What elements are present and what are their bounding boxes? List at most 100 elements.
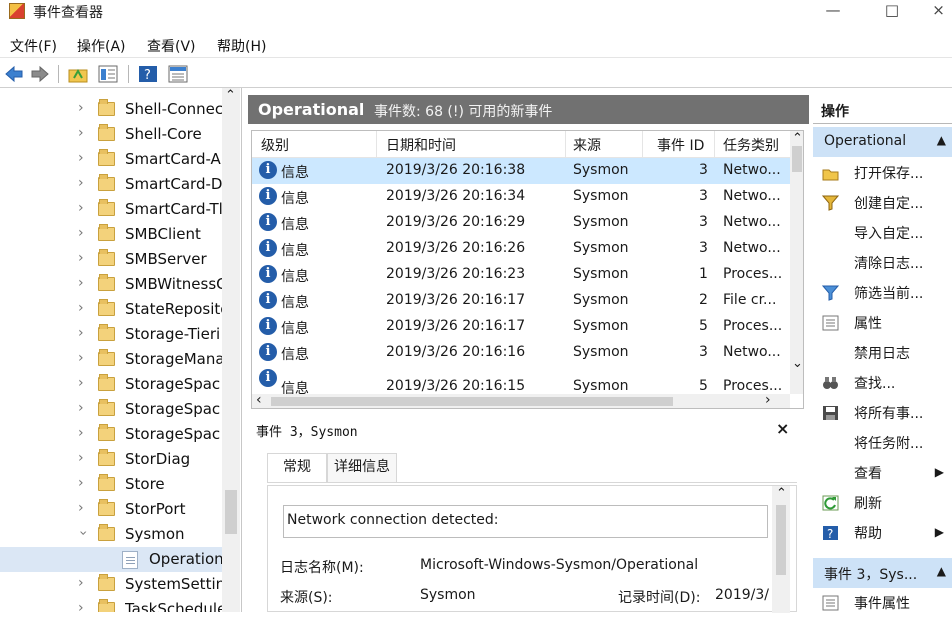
grid-scroll-thumb[interactable] <box>792 146 802 172</box>
column-event-id[interactable]: 事件 ID <box>657 135 704 155</box>
scroll-down-icon[interactable]: ⌄ <box>792 356 803 371</box>
up-folder-icon[interactable] <box>68 65 88 83</box>
table-row[interactable]: i 信息 2019/3/26 20:16:34 Sysmon 3 Netwo... <box>252 184 790 210</box>
table-row[interactable]: i 信息 2019/3/26 20:16:16 Sysmon 3 Netwo... <box>252 340 790 366</box>
column-divider[interactable] <box>642 131 643 158</box>
tree-item-storagespaces-1[interactable]: › StorageSpac <box>0 372 222 397</box>
tree-item-taskscheduler[interactable]: › TaskSchedule <box>0 597 222 612</box>
chevron-right-icon[interactable]: › <box>78 375 84 391</box>
tree-item-smbserver[interactable]: › SMBServer <box>0 247 222 272</box>
chevron-down-icon[interactable]: › <box>75 530 91 536</box>
action-create-custom-view[interactable]: 创建自定... <box>813 188 952 218</box>
back-arrow-icon[interactable] <box>4 65 24 83</box>
column-level[interactable]: 级别 <box>261 135 289 155</box>
menu-action[interactable]: 操作(A) <box>77 36 126 56</box>
column-divider[interactable] <box>376 131 377 158</box>
tree-item-smartcard-a[interactable]: › SmartCard-A <box>0 147 222 172</box>
tree-item-shell-core[interactable]: › Shell-Core <box>0 122 222 147</box>
table-row[interactable]: i 信息 2019/3/26 20:16:17 Sysmon 2 File cr... <box>252 288 790 314</box>
collapse-arrow-icon[interactable]: ▲ <box>937 133 946 147</box>
detail-scrollbar[interactable]: ⌃ <box>772 486 790 613</box>
column-divider[interactable] <box>714 131 715 158</box>
maximize-button[interactable]: □ <box>869 0 915 22</box>
actions-section-operational[interactable]: Operational ▲ <box>813 127 952 157</box>
chevron-right-icon[interactable]: › <box>78 600 84 612</box>
action-open-saved-log[interactable]: 打开保存... <box>813 158 952 188</box>
tree-item-storage-tiering[interactable]: › Storage-Tieri <box>0 322 222 347</box>
chevron-right-icon[interactable]: › <box>78 150 84 166</box>
tree-item-storagemanagement[interactable]: › StorageMana <box>0 347 222 372</box>
tree-item-storport[interactable]: › StorPort <box>0 497 222 522</box>
detail-scroll-thumb[interactable] <box>776 505 786 575</box>
action-attach-task[interactable]: 将任务附... <box>813 428 952 458</box>
chevron-right-icon[interactable]: › <box>78 425 84 441</box>
action-import-custom-view[interactable]: 导入自定... <box>813 218 952 248</box>
minimize-button[interactable]: — <box>810 0 856 22</box>
action-help[interactable]: ? 帮助 ▶ <box>813 518 952 548</box>
close-detail-button[interactable]: × <box>776 419 789 438</box>
table-row[interactable]: i 信息 2019/3/26 20:16:29 Sysmon 3 Netwo... <box>252 210 790 236</box>
properties-pane-icon[interactable] <box>168 65 188 83</box>
tree-scroll-thumb[interactable] <box>225 490 237 534</box>
chevron-right-icon[interactable]: › <box>78 475 84 491</box>
help-icon[interactable]: ? <box>138 65 158 83</box>
action-refresh[interactable]: 刷新 <box>813 488 952 518</box>
tree-item-smartcard-t[interactable]: › SmartCard-Tl <box>0 197 222 222</box>
collapse-arrow-icon[interactable]: ▲ <box>937 564 946 578</box>
tree-item-systemsettings[interactable]: ›SystemSetting <box>0 572 222 597</box>
chevron-right-icon[interactable]: › <box>78 575 84 591</box>
action-event-properties[interactable]: 事件属性 <box>813 588 952 618</box>
chevron-right-icon[interactable]: › <box>78 500 84 516</box>
chevron-right-icon[interactable]: › <box>78 450 84 466</box>
close-button[interactable]: × <box>925 0 952 22</box>
chevron-right-icon[interactable]: › <box>78 300 84 316</box>
show-hide-tree-icon[interactable] <box>98 65 118 83</box>
menu-file[interactable]: 文件(F) <box>10 36 57 56</box>
chevron-right-icon[interactable]: › <box>78 350 84 366</box>
chevron-right-icon[interactable]: › <box>78 325 84 341</box>
menu-view[interactable]: 查看(V) <box>147 36 196 56</box>
tree-scrollbar[interactable]: ⌃ <box>222 88 240 612</box>
tree-item-smbwitness[interactable]: › SMBWitnessC <box>0 272 222 297</box>
chevron-right-icon[interactable]: › <box>78 175 84 191</box>
column-datetime[interactable]: 日期和时间 <box>386 135 456 155</box>
chevron-right-icon[interactable]: › <box>78 225 84 241</box>
column-source[interactable]: 来源 <box>573 135 601 155</box>
column-task[interactable]: 任务类别 <box>723 135 779 155</box>
table-row[interactable]: i 信息 2019/3/26 20:16:26 Sysmon 3 Netwo... <box>252 236 790 262</box>
tree-item-smbclient[interactable]: › SMBClient <box>0 222 222 247</box>
table-row[interactable]: i 信息 2019/3/26 20:16:17 Sysmon 5 Proces... <box>252 314 790 340</box>
chevron-right-icon[interactable]: › <box>78 100 84 116</box>
actions-section-event[interactable]: 事件 3，Sys... ▲ <box>813 558 952 588</box>
scroll-up-icon[interactable]: ⌃ <box>225 88 236 103</box>
chevron-right-icon[interactable]: › <box>78 200 84 216</box>
action-clear-log[interactable]: 清除日志... <box>813 248 952 278</box>
column-divider[interactable] <box>565 131 566 158</box>
action-disable-log[interactable]: 禁用日志 <box>813 338 952 368</box>
tree-item-storagespaces-3[interactable]: › StorageSpac <box>0 422 222 447</box>
scroll-up-icon[interactable]: ⌃ <box>792 131 803 146</box>
action-find[interactable]: 查找... <box>813 368 952 398</box>
tree-item-sysmon[interactable]: › Sysmon <box>0 522 222 547</box>
grid-horizontal-scrollbar[interactable]: ‹ › <box>252 392 790 408</box>
forward-arrow-icon[interactable] <box>30 65 50 83</box>
action-filter-current-log[interactable]: 筛选当前... <box>813 278 952 308</box>
table-row[interactable]: i 信息 2019/3/26 20:16:15 Sysmon 5 Proces... <box>252 366 790 394</box>
scroll-up-icon[interactable]: ⌃ <box>776 486 787 501</box>
tree-item-staterepository[interactable]: › StateReposito <box>0 297 222 322</box>
tab-details[interactable]: 详细信息 <box>327 453 397 482</box>
chevron-right-icon[interactable]: › <box>78 125 84 141</box>
tree-item-store[interactable]: › Store <box>0 472 222 497</box>
table-row[interactable]: i 信息 2019/3/26 20:16:23 Sysmon 1 Proces... <box>252 262 790 288</box>
action-save-all-events[interactable]: 将所有事... <box>813 398 952 428</box>
tree-item-operational[interactable]: Operation <box>0 547 222 572</box>
tree-item-shell-connect[interactable]: › Shell-Connec <box>0 97 222 122</box>
horizontal-scroll-thumb[interactable] <box>271 397 673 406</box>
action-view[interactable]: 查看 ▶ <box>813 458 952 488</box>
chevron-right-icon[interactable]: › <box>78 250 84 266</box>
chevron-right-icon[interactable]: › <box>78 400 84 416</box>
menu-help[interactable]: 帮助(H) <box>217 36 266 56</box>
table-row[interactable]: i 信息 2019/3/26 20:16:38 Sysmon 3 Netwo... <box>252 158 790 184</box>
tree-item-smartcard-d[interactable]: › SmartCard-D <box>0 172 222 197</box>
grid-vertical-scrollbar[interactable]: ⌃ ⌄ <box>790 131 803 394</box>
